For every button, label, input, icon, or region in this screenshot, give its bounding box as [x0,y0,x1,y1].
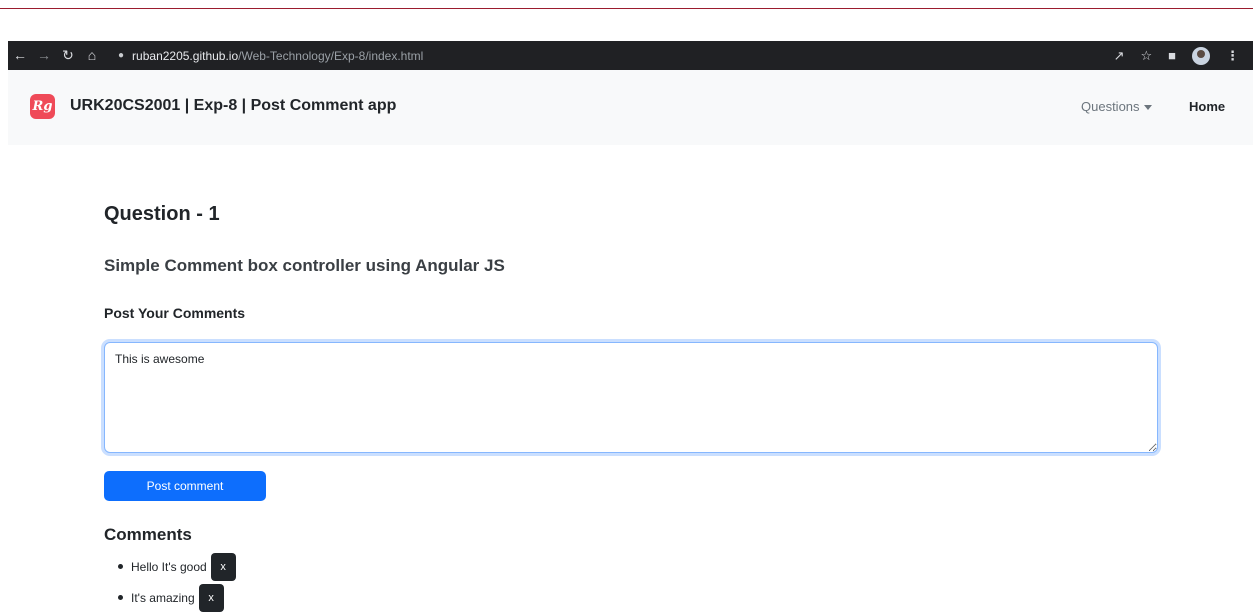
home-icon[interactable]: ⌂ [80,41,104,70]
browser-toolbar: ← → ↻ ⌂ ● ruban2205.github.io/Web-Techno… [8,41,1253,70]
brand-logo[interactable]: Rg [30,94,55,119]
top-divider [0,8,1253,9]
delete-comment-button[interactable]: x [210,552,236,581]
caret-down-icon [1143,105,1152,111]
comments-heading: Comments [104,525,192,544]
url-host: ruban2205.github.io [132,48,239,63]
questions-dropdown[interactable]: Questions [1081,99,1152,114]
menu-kebab-icon[interactable]: ⋮ [1226,48,1239,64]
lock-icon: ● [118,50,125,61]
url-path: /Web-Technology/Exp-8/index.html [238,48,424,63]
post-comments-label: Post Your Comments [104,305,246,321]
app-navbar: Rg URK20CS2001 | Exp-8 | Post Comment ap… [8,70,1253,145]
share-icon[interactable]: ↗ [1114,48,1125,64]
back-arrow-icon[interactable]: ← [8,41,32,70]
post-comment-button[interactable]: Post comment [104,471,266,501]
side-panel-icon[interactable]: ■ [1168,48,1176,63]
bookmark-star-icon[interactable]: ☆ [1140,48,1152,64]
brand-title[interactable]: URK20CS2001 | Exp-8 | Post Comment app [70,97,396,115]
comment-textarea[interactable]: This is awesome [104,342,1158,453]
comment-text: Hello It's good [131,559,207,574]
question-subtitle: Simple Comment box controller using Angu… [104,256,505,275]
address-bar[interactable]: ● ruban2205.github.io/Web-Technology/Exp… [110,41,423,70]
delete-comment-button[interactable]: x [198,583,224,612]
comment-list: Hello It's good x It's amazing x [118,551,236,612]
questions-label: Questions [1081,99,1140,114]
question-title: Question - 1 [104,203,220,225]
bullet-icon [118,564,123,569]
comment-item: Hello It's good x [118,551,236,582]
reload-icon[interactable]: ↻ [56,41,80,70]
home-link[interactable]: Home [1189,99,1225,114]
comment-item: It's amazing x [118,582,236,612]
profile-avatar[interactable] [1192,46,1210,65]
bullet-icon [118,595,123,600]
forward-arrow-icon[interactable]: → [32,41,56,70]
comment-text: It's amazing [131,590,195,605]
